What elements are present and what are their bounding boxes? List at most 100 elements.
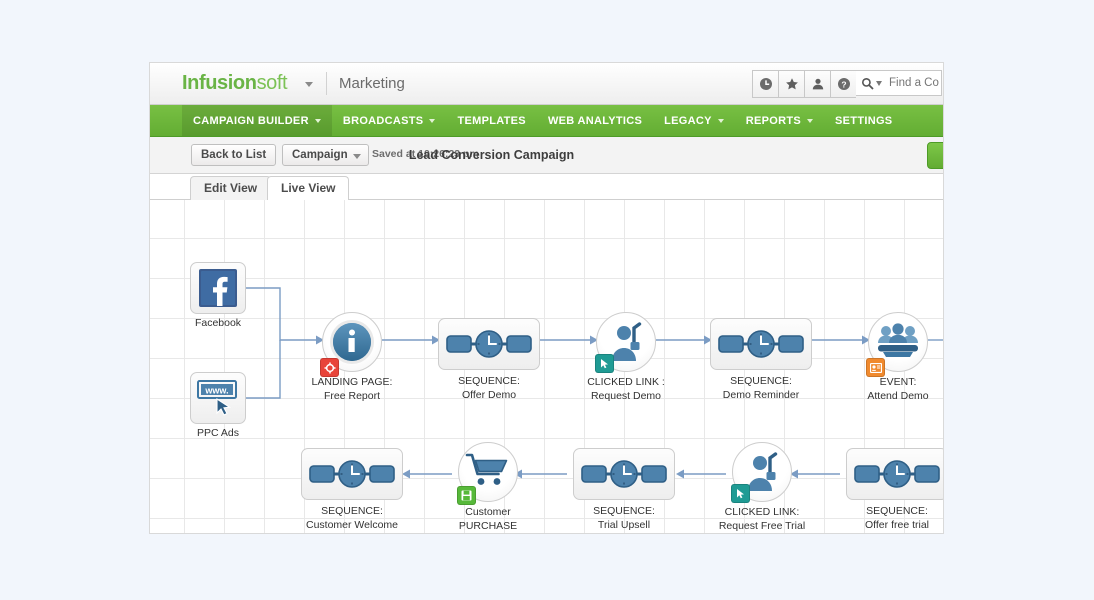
node-label-line1: Facebook bbox=[194, 317, 242, 329]
canvas-node-clicked-link-request-demo[interactable]: CLICKED LINK : Request Demo bbox=[587, 312, 665, 402]
person-icon[interactable] bbox=[804, 70, 830, 98]
target-badge bbox=[320, 358, 339, 377]
cursor-badge bbox=[731, 484, 750, 503]
nav-label: BROADCASTS bbox=[342, 114, 424, 127]
node-label-line1: SEQUENCE: bbox=[866, 505, 928, 517]
node-label-line2: Offer free trial bbox=[865, 518, 929, 531]
node-label: CLICKED LINK : Request Demo bbox=[587, 376, 665, 403]
nav-label: REPORTS bbox=[745, 114, 802, 127]
top-bar: Infusionsoft Marketing ? bbox=[150, 63, 943, 105]
node-shell bbox=[190, 262, 246, 314]
campaign-title: Lead Conversion Campaign bbox=[408, 148, 575, 162]
node-label: SEQUENCE: Demo Reminder bbox=[723, 375, 799, 402]
node-label: SEQUENCE: Offer free trial bbox=[865, 505, 929, 532]
cursor-badge bbox=[595, 354, 614, 373]
node-label-line1: LANDING PAGE: bbox=[311, 376, 393, 388]
contact-search-box[interactable] bbox=[856, 70, 942, 96]
campaign-canvas[interactable]: Facebook www. PPC Ads LANDING PAGE: Free… bbox=[150, 200, 943, 533]
canvas-node-ppc-ads[interactable]: www. PPC Ads bbox=[190, 372, 246, 439]
node-label: Customer PURCHASE bbox=[459, 506, 517, 533]
nav-reports[interactable]: REPORTS bbox=[735, 105, 824, 136]
infusionsoft-logo[interactable]: Infusionsoft bbox=[182, 72, 288, 95]
chevron-down-icon bbox=[314, 118, 321, 123]
node-label-line2: Demo Reminder bbox=[722, 388, 800, 401]
canvas-node-sequence-demo-reminder[interactable]: SEQUENCE: Demo Reminder bbox=[710, 318, 812, 401]
canvas-node-landing-page[interactable]: LANDING PAGE: Free Report bbox=[312, 312, 392, 402]
canvas-node-clicked-link-request-free-trial[interactable]: CLICKED LINK: Request Free Trial bbox=[719, 442, 805, 532]
help-icon[interactable]: ? bbox=[830, 70, 856, 98]
node-shell bbox=[846, 448, 943, 500]
chevron-down-icon bbox=[807, 118, 814, 123]
publish-button[interactable] bbox=[927, 142, 943, 169]
nav-label: TEMPLATES bbox=[457, 114, 526, 127]
node-shell bbox=[595, 312, 656, 373]
canvas-node-event-attend-demo[interactable]: EVENT: Attend Demo bbox=[866, 312, 929, 402]
canvas-node-facebook[interactable]: Facebook bbox=[190, 262, 246, 329]
logo-brand: Infusion bbox=[182, 72, 257, 94]
nav-label: CAMPAIGN BUILDER bbox=[193, 114, 309, 127]
node-shell bbox=[438, 318, 540, 370]
node-label-line1: CLICKED LINK : bbox=[587, 376, 665, 388]
chevron-down-icon bbox=[429, 118, 436, 123]
tab-live-view[interactable]: Live View bbox=[267, 176, 350, 200]
node-label-line2: Free Report bbox=[323, 389, 381, 402]
node-label-line1: SEQUENCE: bbox=[593, 505, 655, 517]
node-label-line1: SEQUENCE: bbox=[458, 375, 520, 387]
nav-templates[interactable]: TEMPLATES bbox=[446, 105, 537, 136]
node-label: EVENT: Attend Demo bbox=[867, 376, 928, 403]
nav-label: WEB ANALYTICS bbox=[547, 114, 643, 127]
node-label-line2: PURCHASE bbox=[458, 519, 518, 532]
canvas-node-customer-purchase[interactable]: Customer PURCHASE bbox=[457, 442, 518, 532]
canvas-node-sequence-customer-welcome[interactable]: SEQUENCE: Customer Welcome bbox=[301, 448, 403, 531]
node-label: CLICKED LINK: Request Free Trial bbox=[719, 506, 805, 533]
node-label-line1: CLICKED LINK: bbox=[724, 506, 800, 518]
clock-icon[interactable] bbox=[752, 70, 778, 98]
node-label: SEQUENCE: Customer Welcome bbox=[306, 505, 398, 532]
node-label-line1: SEQUENCE: bbox=[730, 375, 792, 387]
node-label: SEQUENCE: Offer Demo bbox=[458, 375, 520, 402]
search-chevron-down-icon[interactable] bbox=[876, 80, 882, 86]
node-label-line2: Attend Demo bbox=[867, 389, 929, 402]
nav-legacy[interactable]: LEGACY bbox=[653, 105, 735, 136]
node-label-line2: Offer Demo bbox=[461, 388, 517, 401]
node-label-line1: EVENT: bbox=[879, 376, 917, 388]
chevron-down-icon bbox=[717, 118, 724, 123]
contact-card-badge bbox=[866, 358, 885, 377]
node-label-line2: Request Free Trial bbox=[718, 519, 806, 532]
canvas-node-sequence-trial-upsell[interactable]: SEQUENCE: Trial Upsell bbox=[573, 448, 675, 531]
campaign-sub-bar: Back to List Campaign Saved at 10:26:23 … bbox=[150, 137, 943, 174]
logo-chevron-down-icon[interactable] bbox=[305, 82, 313, 87]
node-shell bbox=[731, 442, 792, 503]
node-label: SEQUENCE: Trial Upsell bbox=[593, 505, 655, 532]
node-label: Facebook bbox=[195, 317, 241, 331]
infusionsoft-app-window: Infusionsoft Marketing ? Find a Contact … bbox=[150, 63, 943, 533]
nav-broadcasts[interactable]: BROADCASTS bbox=[332, 105, 447, 136]
node-label-line1: SEQUENCE: bbox=[321, 505, 383, 517]
nav-campaign-builder[interactable]: CAMPAIGN BUILDER bbox=[182, 105, 332, 136]
nav-settings[interactable]: SETTINGS bbox=[824, 105, 903, 136]
node-shell bbox=[320, 312, 382, 377]
search-input[interactable] bbox=[887, 76, 941, 90]
node-shell bbox=[866, 312, 928, 377]
canvas-node-sequence-offer-free-trial[interactable]: SEQUENCE: Offer free trial bbox=[846, 448, 943, 531]
svg-text:www.: www. bbox=[204, 386, 228, 396]
node-label-line2: Customer Welcome bbox=[306, 518, 398, 531]
star-icon[interactable] bbox=[778, 70, 804, 98]
node-shell bbox=[301, 448, 403, 500]
node-shell: www. bbox=[190, 372, 246, 424]
view-tabs: Edit View Live View bbox=[150, 174, 943, 200]
node-shell bbox=[457, 442, 518, 505]
nav-label: LEGACY bbox=[664, 114, 712, 127]
node-shell bbox=[573, 448, 675, 500]
nav-label: SETTINGS bbox=[835, 114, 893, 127]
tab-edit-view[interactable]: Edit View bbox=[190, 176, 272, 200]
canvas-node-sequence-offer-demo[interactable]: SEQUENCE: Offer Demo bbox=[438, 318, 540, 401]
node-label: LANDING PAGE: Free Report bbox=[312, 376, 393, 403]
node-label-line2: Request Demo bbox=[590, 389, 662, 402]
save-badge bbox=[457, 486, 476, 505]
logo-suffix: soft bbox=[256, 72, 288, 94]
section-title: Marketing bbox=[339, 75, 405, 92]
nav-web-analytics[interactable]: WEB ANALYTICS bbox=[537, 105, 653, 136]
node-label-line1: PPC Ads bbox=[196, 427, 240, 439]
top-divider bbox=[326, 72, 327, 95]
